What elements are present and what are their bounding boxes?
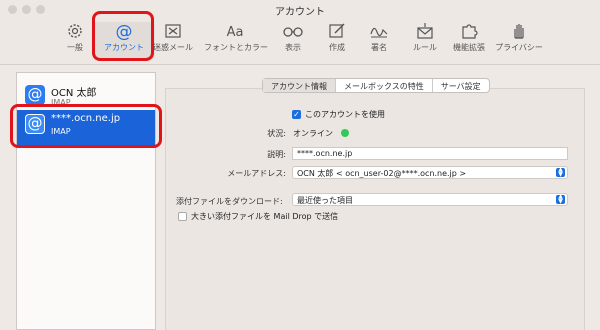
rules-icon bbox=[417, 23, 433, 39]
account-name: OCN 太郎 bbox=[51, 88, 97, 99]
status-label: 状況: bbox=[267, 129, 286, 138]
updown-arrow-icon: ▲ ▼ bbox=[556, 194, 565, 204]
font-icon: Aa bbox=[227, 25, 244, 40]
highlight-selected-account bbox=[10, 104, 162, 148]
puzzle-icon bbox=[462, 24, 478, 39]
toolbar-fonts[interactable]: Aa フォントとカラー bbox=[204, 22, 268, 60]
tab-mailbox-behaviors[interactable]: メールボックスの特性 bbox=[336, 79, 433, 92]
download-attachments-select[interactable]: 最近使った項目 ▲ ▼ bbox=[292, 193, 568, 206]
enable-account-checkbox[interactable]: ✓ bbox=[292, 110, 301, 119]
toolbar-privacy[interactable]: プライバシー bbox=[488, 22, 550, 60]
account-settings-panel bbox=[165, 88, 585, 330]
description-field[interactable]: ****.ocn.ne.jp bbox=[292, 147, 568, 160]
hand-icon bbox=[514, 24, 524, 39]
download-attachments-label: 添付ファイルをダウンロード: bbox=[176, 197, 283, 206]
tab-account-info[interactable]: アカウント情報 bbox=[263, 79, 336, 92]
highlight-accounts-tab bbox=[92, 11, 154, 61]
junk-mail-icon bbox=[165, 24, 181, 38]
signature-icon bbox=[370, 27, 388, 38]
maildrop-label: 大きい添付ファイルを Mail Drop で送信 bbox=[191, 212, 339, 221]
gear-icon bbox=[68, 24, 82, 38]
status-online-indicator bbox=[341, 129, 349, 137]
email-address-label: メールアドレス: bbox=[227, 169, 286, 178]
tab-server-settings[interactable]: サーバ設定 bbox=[433, 79, 489, 92]
compose-icon bbox=[329, 23, 345, 38]
updown-arrow-icon: ▲ ▼ bbox=[556, 167, 565, 177]
glasses-icon bbox=[283, 27, 303, 37]
tab-bar: アカウント情報 メールボックスの特性 サーバ設定 bbox=[262, 78, 490, 93]
description-label: 説明: bbox=[267, 150, 286, 159]
at-icon: @ bbox=[25, 85, 45, 105]
maildrop-checkbox[interactable] bbox=[178, 212, 187, 221]
email-address-select[interactable]: OCN 太郎 < ocn_user-02@****.ocn.ne.jp > ▲ ▼ bbox=[292, 166, 568, 179]
status-value: オンライン bbox=[293, 129, 333, 138]
window-title: アカウント bbox=[275, 7, 325, 18]
svg-text:Aa: Aa bbox=[227, 25, 244, 40]
enable-account-label: このアカウントを使用 bbox=[305, 110, 385, 119]
